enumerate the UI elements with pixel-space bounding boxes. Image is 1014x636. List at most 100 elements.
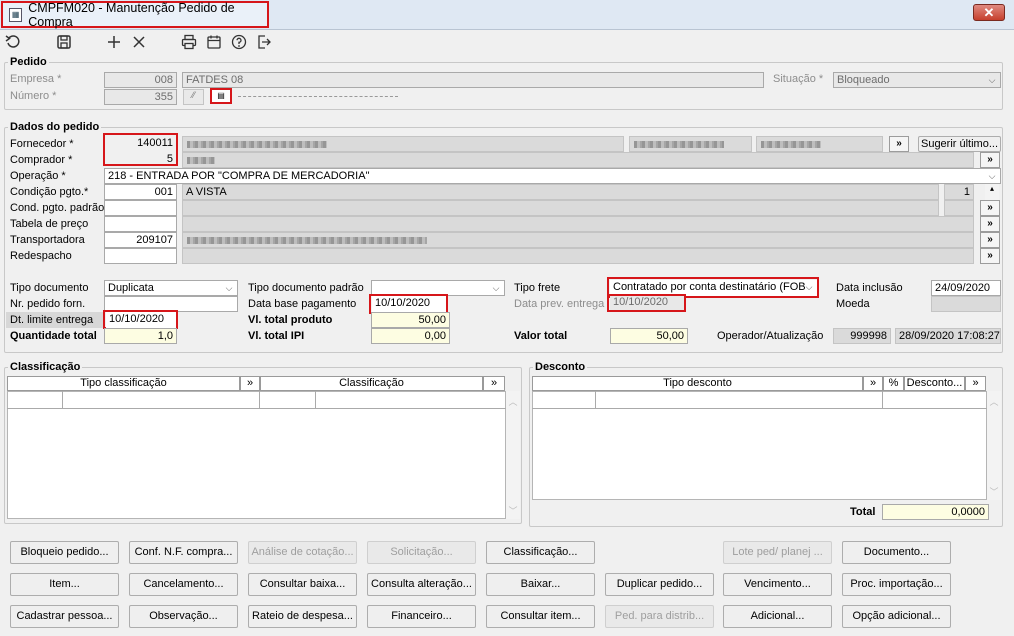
vl-total-ipi-label: Vl. total IPI bbox=[248, 330, 305, 342]
scroll-up-icon[interactable]: ︿ bbox=[987, 395, 1001, 408]
redespacho-label: Redespacho bbox=[10, 250, 72, 262]
column-divider bbox=[259, 391, 260, 409]
classificacao-button[interactable]: Classificação... bbox=[486, 541, 595, 564]
comprador-more-button[interactable]: » bbox=[980, 152, 1000, 168]
help-icon[interactable] bbox=[229, 33, 249, 51]
table-row[interactable] bbox=[532, 391, 987, 409]
data-base-field[interactable]: 10/10/2020 bbox=[372, 296, 446, 312]
cancelamento-button[interactable]: Cancelamento... bbox=[129, 573, 238, 596]
vencimento-button[interactable]: Vencimento... bbox=[723, 573, 832, 596]
transportadora-more-button[interactable]: » bbox=[980, 232, 1000, 248]
desconto-scrollbar[interactable]: ︿ ﹀ bbox=[987, 391, 1001, 500]
ped-para-distrib-button[interactable]: Ped. para distrib... bbox=[605, 605, 714, 628]
chevron-down-icon: ⌵ bbox=[805, 282, 813, 292]
col-more-button[interactable]: » bbox=[863, 376, 883, 391]
tipo-documento-dropdown[interactable]: Duplicata ⌵ bbox=[104, 280, 238, 296]
col-classificacao[interactable]: Classificação bbox=[260, 376, 483, 391]
calendar-icon[interactable] bbox=[204, 33, 224, 51]
cond-padrao-code-field[interactable] bbox=[104, 200, 177, 216]
close-button[interactable]: ✕ bbox=[973, 4, 1005, 21]
dt-limite-field[interactable]: 10/10/2020 bbox=[106, 312, 176, 328]
col-tipo-desconto[interactable]: Tipo desconto bbox=[532, 376, 863, 391]
col-more-button[interactable]: » bbox=[483, 376, 505, 391]
fornecedor-name-field bbox=[182, 136, 624, 152]
column-divider bbox=[315, 391, 316, 409]
baixar-button[interactable]: Baixar... bbox=[486, 573, 595, 596]
financeiro-button[interactable]: Financeiro... bbox=[367, 605, 476, 628]
cond-padrao-more-button[interactable]: » bbox=[980, 200, 1000, 216]
empresa-code-field[interactable]: 008 bbox=[104, 72, 177, 88]
chevron-down-icon: ⌵ bbox=[988, 171, 996, 181]
bloqueio-pedido-button[interactable]: Bloqueio pedido... bbox=[10, 541, 119, 564]
scroll-down-icon[interactable]: ﹀ bbox=[506, 504, 520, 517]
consulta-alteracao-button[interactable]: Consulta alteração... bbox=[367, 573, 476, 596]
redespacho-code-field[interactable] bbox=[104, 248, 177, 264]
consultar-item-button[interactable]: Consultar item... bbox=[486, 605, 595, 628]
duplicar-pedido-button[interactable]: Duplicar pedido... bbox=[605, 573, 714, 596]
exit-icon[interactable] bbox=[254, 33, 274, 51]
col-percent[interactable]: % bbox=[883, 376, 904, 391]
undo-icon[interactable] bbox=[3, 33, 23, 51]
scroll-up-icon[interactable]: ︿ bbox=[506, 395, 520, 408]
vl-total-produto-label: Vl. total produto bbox=[248, 314, 333, 326]
moeda-label: Moeda bbox=[836, 298, 870, 310]
classificacao-title: Classificação bbox=[8, 361, 83, 373]
scroll-up-icon[interactable]: ▴ bbox=[985, 184, 999, 200]
col-tipo-classificacao[interactable]: Tipo classificação bbox=[7, 376, 240, 391]
delete-icon[interactable] bbox=[129, 33, 149, 51]
tabela-code-field[interactable] bbox=[104, 216, 177, 232]
opcao-adicional-button[interactable]: Opção adicional... bbox=[842, 605, 951, 628]
col-more-button[interactable]: » bbox=[965, 376, 986, 391]
adicional-button[interactable]: Adicional... bbox=[723, 605, 832, 628]
empresa-name-field: FATDES 08 bbox=[182, 72, 764, 88]
detail-icon[interactable]: ▤ bbox=[210, 88, 232, 104]
classificacao-grid[interactable] bbox=[7, 391, 506, 519]
fornecedor-city-field bbox=[756, 136, 883, 152]
sugerir-ultimo-button[interactable]: Sugerir último... bbox=[918, 136, 1001, 152]
observacao-button[interactable]: Observação... bbox=[129, 605, 238, 628]
print-icon[interactable] bbox=[179, 33, 199, 51]
chevron-down-icon: ⌵ bbox=[225, 283, 233, 293]
save-icon[interactable] bbox=[54, 33, 74, 51]
redespacho-more-button[interactable]: » bbox=[980, 248, 1000, 264]
analise-cotacao-button[interactable]: Análise de cotação... bbox=[248, 541, 357, 564]
chevron-down-icon: ⌵ bbox=[492, 283, 500, 293]
condicao-name-field: A VISTA bbox=[182, 184, 939, 200]
vl-total-produto-field: 50,00 bbox=[371, 312, 450, 328]
conf-nf-compra-button[interactable]: Conf. N.F. compra... bbox=[129, 541, 238, 564]
lote-ped-planej-button[interactable]: Lote ped/ planej ... bbox=[723, 541, 832, 564]
consultar-baixa-button[interactable]: Consultar baixa... bbox=[248, 573, 357, 596]
add-icon[interactable] bbox=[104, 33, 124, 51]
condicao-code-field[interactable]: 001 bbox=[104, 184, 177, 200]
data-inclusao-field[interactable]: 24/09/2020 bbox=[931, 280, 1001, 296]
transportadora-code-field[interactable]: 209107 bbox=[104, 232, 177, 248]
col-more-button[interactable]: » bbox=[240, 376, 260, 391]
proc-importacao-button[interactable]: Proc. importação... bbox=[842, 573, 951, 596]
comprador-label: Comprador * bbox=[10, 154, 73, 166]
numero-field[interactable]: 355 bbox=[104, 89, 177, 105]
data-base-label: Data base pagamento bbox=[248, 298, 357, 310]
classificacao-scrollbar[interactable]: ︿ ﹀ bbox=[506, 391, 520, 519]
fornecedor-code-field[interactable]: 140011 bbox=[106, 136, 176, 152]
scroll-down-icon[interactable]: ﹀ bbox=[987, 485, 1001, 498]
rateio-despesa-button[interactable]: Rateio de despesa... bbox=[248, 605, 357, 628]
comprador-name-field bbox=[182, 152, 974, 168]
table-row[interactable] bbox=[7, 391, 506, 409]
fornecedor-more-button[interactable]: » bbox=[889, 136, 909, 152]
tabela-more-button[interactable]: » bbox=[980, 216, 1000, 232]
col-desconto[interactable]: Desconto... bbox=[904, 376, 965, 391]
documento-button[interactable]: Documento... bbox=[842, 541, 951, 564]
situacao-dropdown[interactable]: Bloqueado ⌵ bbox=[833, 72, 1001, 88]
operador-label: Operador/Atualização bbox=[717, 330, 824, 342]
condicao-parcelas-field: 1 bbox=[944, 184, 974, 200]
operacao-dropdown[interactable]: 218 - ENTRADA POR "COMPRA DE MERCADORIA"… bbox=[104, 168, 1001, 184]
comprador-code-field[interactable]: 5 bbox=[106, 152, 176, 168]
solicitacao-button[interactable]: Solicitação... bbox=[367, 541, 476, 564]
data-prev-field[interactable]: 10/10/2020 bbox=[610, 296, 684, 310]
valor-total-label: Valor total bbox=[514, 330, 568, 342]
item-button[interactable]: Item... bbox=[10, 573, 119, 596]
cadastrar-pessoa-button[interactable]: Cadastrar pessoa... bbox=[10, 605, 119, 628]
next-number-icon[interactable]: ⁄⁄ bbox=[183, 89, 204, 105]
column-divider bbox=[62, 391, 63, 409]
fornecedor-doc-field bbox=[629, 136, 752, 152]
